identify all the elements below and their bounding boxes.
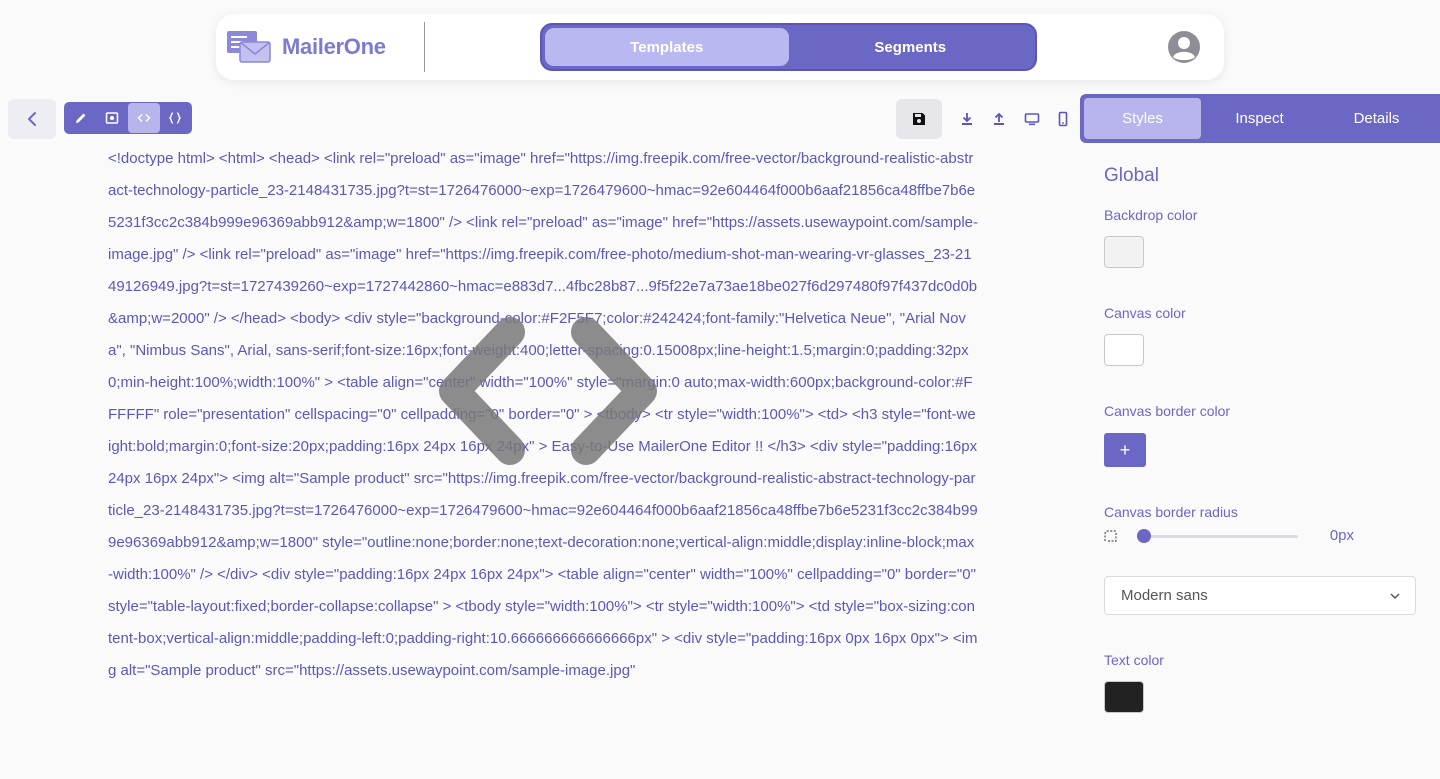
font-family-value: Modern sans — [1121, 587, 1208, 604]
top-header: MailerOne Templates Segments — [216, 14, 1224, 80]
json-mode-button[interactable] — [160, 103, 192, 133]
chevron-down-icon — [1390, 593, 1400, 600]
upload-icon — [994, 112, 1004, 125]
download-icon — [962, 113, 972, 125]
desktop-icon — [1024, 113, 1040, 126]
save-button[interactable] — [896, 99, 942, 139]
floppy-disk-icon — [913, 113, 925, 125]
tab-inspect[interactable]: Inspect — [1201, 98, 1318, 139]
tab-segments[interactable]: Segments — [789, 28, 1033, 66]
html-code-icon — [137, 114, 151, 122]
json-icon — [168, 112, 182, 124]
preview-mode-button[interactable] — [97, 103, 129, 133]
add-border-color-button[interactable]: + — [1104, 433, 1146, 467]
panel-tabs: Styles Inspect Details — [1080, 94, 1440, 143]
font-family-select[interactable]: Modern sans — [1104, 576, 1416, 615]
upload-button[interactable] — [989, 109, 1009, 129]
mail-logo-icon — [227, 31, 271, 63]
border-radius-value: 0px — [1329, 527, 1354, 544]
canvas-color-label: Canvas color — [1104, 305, 1186, 321]
tab-details[interactable]: Details — [1318, 98, 1435, 139]
canvas-border-radius-label: Canvas border radius — [1104, 504, 1238, 520]
border-radius-slider[interactable] — [1138, 535, 1298, 538]
brand-logo[interactable]: MailerOne — [226, 30, 386, 64]
html-code-view[interactable]: <!doctype html> <html> <head> <link rel=… — [108, 143, 978, 687]
html-mode-button[interactable] — [128, 103, 160, 133]
mobile-view-button[interactable] — [1053, 109, 1073, 129]
preview-icon — [106, 112, 119, 124]
editor-mode-toggle — [64, 102, 192, 134]
canvas-color-swatch[interactable] — [1104, 334, 1144, 366]
user-avatar-icon[interactable] — [1167, 30, 1201, 64]
main-nav-tabs: Templates Segments — [540, 23, 1037, 71]
backdrop-color-label: Backdrop color — [1104, 207, 1198, 223]
tab-styles[interactable]: Styles — [1084, 98, 1201, 139]
header-divider — [424, 22, 425, 72]
backdrop-color-swatch[interactable] — [1104, 236, 1144, 268]
text-color-label: Text color — [1104, 652, 1164, 668]
pencil-icon — [75, 113, 86, 123]
tab-templates[interactable]: Templates — [545, 28, 789, 66]
desktop-view-button[interactable] — [1022, 109, 1042, 129]
panel-title: Global — [1104, 165, 1159, 186]
edit-mode-button[interactable] — [65, 103, 97, 133]
border-radius-slider-thumb[interactable] — [1137, 529, 1151, 543]
rounded-corner-icon — [1104, 530, 1117, 542]
brand-name: MailerOne — [282, 34, 386, 59]
mobile-icon — [1058, 111, 1068, 127]
text-color-swatch[interactable] — [1104, 681, 1144, 713]
back-button[interactable] — [8, 99, 56, 139]
download-button[interactable] — [957, 109, 977, 129]
chevron-left-icon — [28, 112, 36, 126]
canvas-border-color-label: Canvas border color — [1104, 403, 1231, 419]
border-radius-control: 0px — [1104, 526, 1416, 546]
